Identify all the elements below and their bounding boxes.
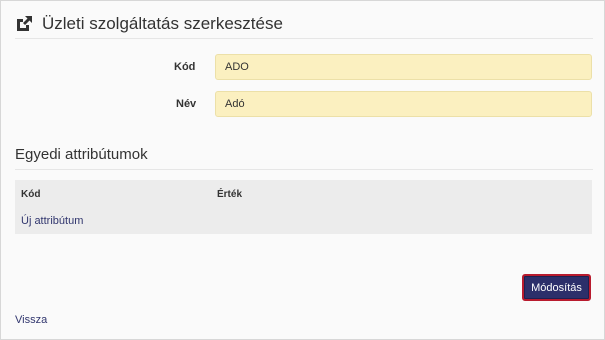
name-label: Név (176, 98, 197, 110)
page-heading: Üzleti szolgáltatás szerkesztése (15, 14, 283, 34)
column-header-code: Kód (21, 189, 41, 200)
column-header-value: Érték (217, 189, 243, 200)
attributes-title: Egyedi attribútumok (15, 146, 148, 163)
divider (15, 169, 593, 170)
divider (15, 38, 593, 39)
code-label: Kód (174, 61, 196, 73)
name-field[interactable]: Adó (215, 91, 592, 117)
back-link[interactable]: Vissza (15, 314, 47, 326)
page-title: Üzleti szolgáltatás szerkesztése (42, 14, 283, 33)
code-field[interactable]: ADO (215, 54, 592, 80)
save-button[interactable]: Módosítás (522, 274, 591, 301)
add-attribute-link[interactable]: Új attribútum (21, 215, 83, 227)
edit-panel: Üzleti szolgáltatás szerkesztése Kód ADO… (0, 0, 605, 340)
external-link-icon (17, 16, 32, 31)
attributes-table: Kód Érték Új attribútum (15, 180, 592, 234)
